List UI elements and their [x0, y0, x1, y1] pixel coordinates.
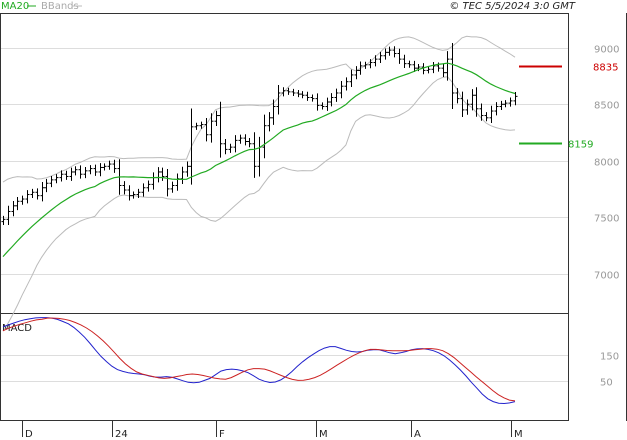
x-tick-label: F: [219, 429, 225, 440]
price-tick-label: 8000: [594, 158, 619, 169]
price-panel: [0, 13, 569, 314]
chart-legend: MA20 BBands: [1, 1, 82, 12]
level-label-support: 8159: [568, 140, 593, 151]
price-tick-label: 7000: [594, 271, 619, 282]
x-tick-label: D: [25, 429, 33, 440]
time-axis: D 24 F M A M: [22, 421, 523, 440]
macd-axis: 150 50: [600, 352, 619, 389]
legend-ma20: MA20: [1, 1, 29, 12]
x-tick-label: A: [414, 429, 421, 440]
macd-tick-label: 150: [600, 352, 619, 363]
x-tick-label: M: [514, 429, 523, 440]
level-label-resistance: 8835: [593, 63, 618, 74]
x-tick-label: M: [319, 429, 328, 440]
price-tick-label: 9000: [594, 45, 619, 56]
macd-panel: [0, 313, 569, 421]
x-tick-label: 24: [115, 429, 128, 440]
price-axis: 7000 7500 8000 8500 9000: [594, 45, 619, 282]
copyright-label: © TEC 5/5/2024 3:0 GMT: [449, 1, 576, 12]
price-tick-label: 8500: [594, 101, 619, 112]
macd-tick-label: 50: [600, 378, 613, 389]
price-tick-label: 7500: [594, 214, 619, 225]
